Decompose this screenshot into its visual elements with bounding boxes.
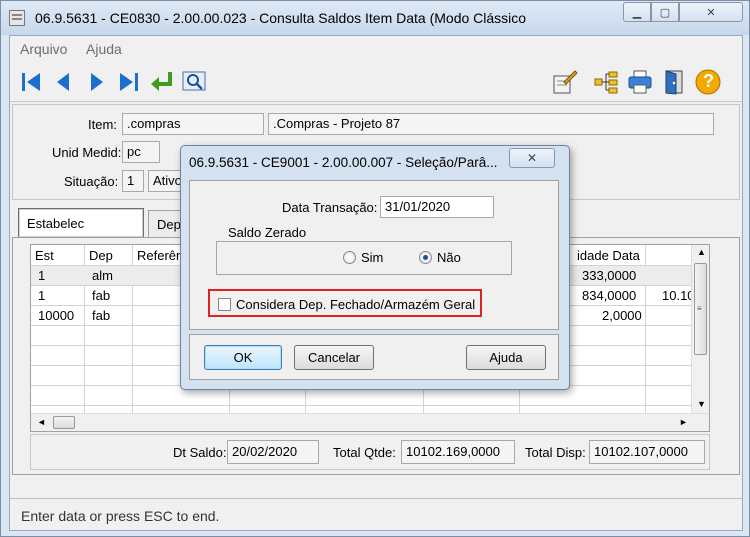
tree-icon xyxy=(594,71,618,94)
scroll-left-icon[interactable]: ◄ xyxy=(37,417,46,427)
zoom-icon xyxy=(182,71,206,91)
total-qtde-label: Total Qtde: xyxy=(333,445,396,460)
title-bar[interactable]: 06.9.5631 - CE0830 - 2.00.00.023 - Consu… xyxy=(1,1,749,35)
next-icon xyxy=(91,73,103,91)
cell-est: 1 xyxy=(38,288,46,303)
tab-estabelec[interactable]: Estabelec xyxy=(18,208,144,238)
help-button[interactable]: ? xyxy=(694,68,722,96)
close-icon: ✕ xyxy=(526,151,538,165)
dialog-footer: OK Cancelar Ajuda xyxy=(189,334,559,380)
considera-checkbox[interactable] xyxy=(218,298,231,311)
maximize-icon: ▢ xyxy=(659,6,671,19)
col-header-est[interactable]: Est xyxy=(33,245,56,265)
dialog-body: Data Transação: 31/01/2020 Saldo Zerado … xyxy=(189,180,559,330)
vertical-scrollbar[interactable]: ▲ ≡ ▼ xyxy=(691,245,709,413)
toolbar: ? xyxy=(10,60,742,102)
goto-icon xyxy=(151,72,172,91)
dialog-close-button[interactable]: ✕ xyxy=(509,148,555,168)
minimize-button[interactable]: ▁ xyxy=(623,2,651,22)
sim-label[interactable]: Sim xyxy=(361,250,383,265)
exit-button[interactable] xyxy=(660,68,688,96)
exit-icon xyxy=(665,70,683,95)
cell-dep: fab xyxy=(92,288,111,303)
edit-button[interactable] xyxy=(550,68,578,96)
scroll-right-icon[interactable]: ► xyxy=(679,417,688,427)
menu-arquivo[interactable]: Arquivo xyxy=(20,41,67,57)
next-record-button[interactable] xyxy=(82,68,110,96)
print-icon xyxy=(628,70,652,94)
last-icon xyxy=(120,73,138,91)
radio-sim[interactable] xyxy=(343,251,356,264)
total-disp-label: Total Disp: xyxy=(525,445,586,460)
col-header-qtd-data[interactable]: idade Data xyxy=(575,245,642,265)
selection-dialog: 06.9.5631 - CE9001 - 2.00.00.007 - Seleç… xyxy=(180,145,570,390)
close-icon: ✕ xyxy=(706,6,716,19)
last-record-button[interactable] xyxy=(114,68,142,96)
data-transacao-label: Data Transação: xyxy=(282,200,378,215)
total-disp-field[interactable]: 10102.107,0000 xyxy=(589,440,705,464)
item-code-field[interactable]: .compras xyxy=(122,113,264,135)
dialog-title: 06.9.5631 - CE9001 - 2.00.00.007 - Seleç… xyxy=(189,155,498,170)
nao-label[interactable]: Não xyxy=(437,250,461,265)
radio-nao[interactable] xyxy=(419,251,432,264)
close-button[interactable]: ✕ xyxy=(679,2,743,22)
total-qtde-field[interactable]: 10102.169,0000 xyxy=(401,440,515,464)
status-bar: Enter data or press ESC to end. xyxy=(10,498,742,530)
cell-est: 10000 xyxy=(38,308,75,323)
minimize-icon: ▁ xyxy=(632,6,642,19)
cell-qtd: 834,0000 xyxy=(582,288,637,303)
maximize-button[interactable]: ▢ xyxy=(651,2,679,22)
horizontal-scroll-thumb[interactable] xyxy=(53,416,75,429)
unid-medid-field[interactable]: pc xyxy=(122,141,160,163)
cell-dep: alm xyxy=(92,268,113,283)
data-transacao-field[interactable]: 31/01/2020 xyxy=(380,196,494,218)
ajuda-button[interactable]: Ajuda xyxy=(466,345,546,370)
status-text: Enter data or press ESC to end. xyxy=(21,508,220,524)
first-record-button[interactable] xyxy=(18,68,46,96)
saldo-zerado-label: Saldo Zerado xyxy=(225,225,310,240)
totals-panel: Dt Saldo: 20/02/2020 Total Qtde: 10102.1… xyxy=(30,434,710,470)
unid-medid-label: Unid Medid: xyxy=(52,145,122,160)
considera-label[interactable]: Considera Dep. Fechado/Armazém Geral xyxy=(236,297,475,312)
app-icon xyxy=(9,10,25,26)
dt-saldo-field[interactable]: 20/02/2020 xyxy=(227,440,319,464)
previous-record-button[interactable] xyxy=(50,68,78,96)
cell-est: 1 xyxy=(38,268,46,283)
cancelar-button[interactable]: Cancelar xyxy=(294,345,374,370)
menu-bar: Arquivo Ajuda xyxy=(10,36,742,60)
cell-dep: fab xyxy=(92,308,111,323)
situacao-label: Situação: xyxy=(64,174,119,189)
item-description-field[interactable]: .Compras - Projeto 87 xyxy=(268,113,714,135)
considera-highlight: Considera Dep. Fechado/Armazém Geral xyxy=(208,289,482,317)
dt-saldo-label: Dt Saldo: xyxy=(173,445,227,460)
col-header-dep[interactable]: Dep xyxy=(87,245,115,265)
previous-icon xyxy=(57,73,69,91)
help-glyph: ? xyxy=(703,71,714,91)
cell-qtd: 333,0000 xyxy=(582,268,637,283)
item-label: Item: xyxy=(88,117,117,132)
print-button[interactable] xyxy=(626,68,654,96)
edit-icon xyxy=(553,70,578,94)
tree-button[interactable] xyxy=(592,68,620,96)
vertical-scroll-thumb[interactable]: ≡ xyxy=(694,263,707,355)
horizontal-scrollbar[interactable]: ◄ ► xyxy=(31,413,709,431)
scroll-down-icon[interactable]: ▼ xyxy=(697,399,706,409)
grip-icon: ≡ xyxy=(697,304,702,313)
situacao-code-field[interactable]: 1 xyxy=(122,170,144,192)
goto-button[interactable] xyxy=(148,68,176,96)
scroll-up-icon[interactable]: ▲ xyxy=(697,247,706,257)
ok-button[interactable]: OK xyxy=(204,345,282,370)
first-icon xyxy=(22,73,40,91)
zoom-button[interactable] xyxy=(180,68,208,96)
cell-qtd: 2,0000 xyxy=(602,308,642,323)
menu-ajuda[interactable]: Ajuda xyxy=(86,41,122,57)
window-title: 06.9.5631 - CE0830 - 2.00.00.023 - Consu… xyxy=(35,10,527,26)
saldo-zerado-group: Saldo Zerado Sim Não xyxy=(216,225,512,275)
